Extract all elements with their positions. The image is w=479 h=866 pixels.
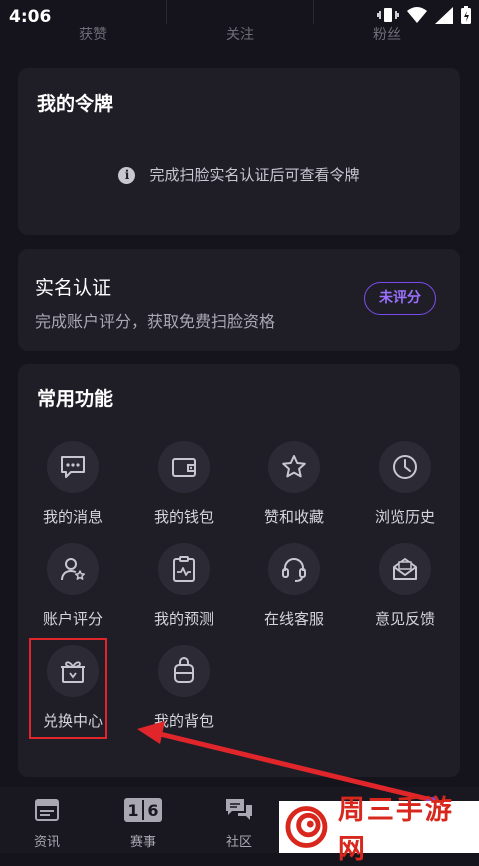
annotation-arrow [137,721,439,809]
watermark-logo-icon [285,806,328,848]
watermark: 周三手游网 [279,795,479,865]
watermark-text: 周三手游网 [337,795,454,865]
